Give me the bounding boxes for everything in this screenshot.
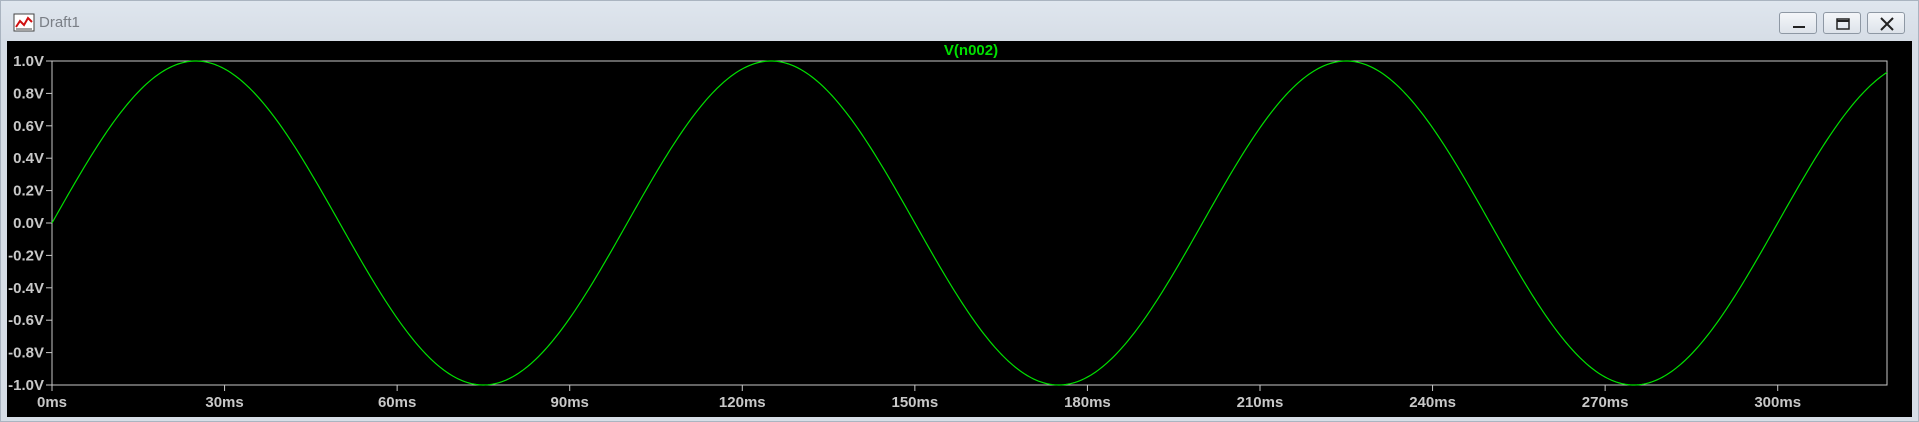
restore-icon [1836,18,1850,30]
minimize-icon [1793,26,1805,28]
x-axis: 0ms 30ms 60ms 90ms 120ms 150ms 180ms 210ms 240ms… [37,385,1801,411]
minimize-button[interactable] [1779,12,1817,34]
x-tick-label: 60ms [378,394,416,411]
y-axis: 1.0V 0.8V 0.6V 0.4V 0.2V 0.0V -0.2V -0.4V -0.6V -… [8,53,52,394]
plot-area-frame [51,60,1888,386]
x-tick-label: 180ms [1064,394,1111,411]
y-tick-label: 0.6V [13,118,44,135]
x-tick-label: 0ms [37,394,67,411]
y-tick-label: -0.8V [8,345,44,362]
y-tick-label: -0.2V [8,247,44,264]
y-tick-label: 0.4V [13,150,44,167]
y-tick-label: 0.2V [13,183,44,200]
y-tick-label: 1.0V [13,53,44,70]
waveform-chart[interactable]: V(n002) 1.0V 0.8V 0.6V 0.4V 0.2V 0.0V -0.2V -0.… [7,41,1912,417]
y-tick-label: -0.6V [8,312,44,329]
trace-title[interactable]: V(n002) [944,42,998,59]
waveform-plot-icon [13,13,35,33]
y-tick-label: -0.4V [8,280,44,297]
y-tick-label: 0.8V [13,85,44,102]
y-tick-label: 0.0V [13,215,44,232]
close-button[interactable] [1867,12,1905,34]
restore-button[interactable] [1823,12,1861,34]
y-tick-label: -1.0V [8,377,44,394]
x-tick-label: 30ms [205,394,243,411]
x-tick-label: 240ms [1409,394,1456,411]
x-tick-label: 90ms [551,394,589,411]
trace-v-n002[interactable] [51,60,1888,386]
x-tick-label: 210ms [1237,394,1284,411]
title-bar[interactable]: Draft1 [1,1,1918,45]
close-icon [1880,17,1894,31]
plot-pane[interactable]: V(n002) 1.0V 0.8V 0.6V 0.4V 0.2V 0.0V -0.2V -0.… [7,41,1912,417]
window-title: Draft1 [39,14,80,31]
x-tick-label: 120ms [719,394,766,411]
plot-window: Draft1 V(n002) 1.0V 0.8V 0.6V 0.4V 0.2V 0.0V -… [0,0,1919,422]
x-tick-label: 270ms [1582,394,1629,411]
x-tick-label: 150ms [891,394,938,411]
x-tick-label: 300ms [1754,394,1801,411]
